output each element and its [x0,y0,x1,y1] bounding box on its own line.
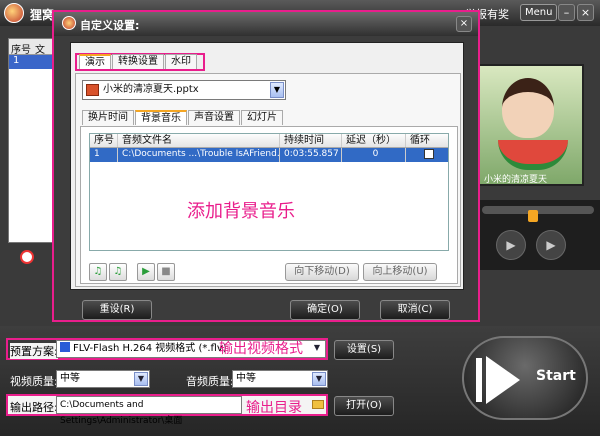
row-duration: 0:03:55.857 [280,148,342,162]
column-index[interactable]: 序号 [9,39,33,56]
sub-tabs: 换片时间 背景音乐 声音设置 幻灯片 [82,110,284,127]
ok-button[interactable]: 确定(O) [290,300,360,320]
dialog-content: 演示 转换设置 水印 小米的清凉夏天.pptx ▼ 换片时间 背景音乐 声音设置… [70,42,464,290]
file-list[interactable]: 序号 文 1 [8,38,56,243]
video-quality-label: 视频质量: [10,375,58,388]
list-item[interactable]: 1 [9,55,55,69]
move-down-button[interactable]: 向下移动(D) [285,263,359,281]
music-table-header: 序号 音频文件名 持续时间 延迟（秒） 循环 [90,134,448,148]
video-quality-value: 中等 [60,373,80,384]
start-arrow-icon [486,356,520,404]
music-table[interactable]: 序号 音频文件名 持续时间 延迟（秒） 循环 1 C:\Documents ..… [89,133,449,251]
output-path-value: C:\Documents and Settings\Administrator\… [60,400,183,426]
open-button[interactable]: 打开(O) [334,396,394,416]
column-filename[interactable]: 音频文件名 [118,134,280,147]
column-file[interactable]: 文 [33,39,47,56]
seek-slider[interactable] [482,206,594,222]
pause-icon[interactable]: ▶ [536,230,566,260]
folder-icon[interactable] [312,400,324,409]
preview-caption: 小米的清凉夏天 [484,175,548,185]
chevron-down-icon[interactable]: ▼ [134,372,148,386]
minimize-button[interactable]: – [558,4,575,21]
reset-button[interactable]: 重设(R) [82,300,152,320]
loop-checkbox[interactable] [424,149,434,159]
tab-watermark[interactable]: 水印 [165,54,197,69]
tab-slides[interactable]: 幻灯片 [241,110,283,125]
column-delay[interactable]: 延迟（秒） [342,134,406,147]
move-up-button[interactable]: 向上移动(U) [363,263,437,281]
output-annotation: 输出目录 [246,400,302,416]
stop-icon[interactable]: ■ [157,263,175,281]
remove-music-icon[interactable]: ♫ [109,263,127,281]
output-label: 输出路径: [10,401,58,414]
video-quality-select[interactable]: 中等 ▼ [56,370,150,388]
chevron-down-icon[interactable]: ▼ [312,372,326,386]
start-button[interactable]: Start [462,336,588,420]
preview-person [502,78,554,138]
ppt-file-select[interactable]: 小米的清凉夏天.pptx ▼ [82,80,286,100]
row-index: 1 [90,148,118,162]
preset-annotation: 输出视频格式 [219,341,303,357]
video-preview: 小米的清凉夏天 [478,64,584,186]
dialog-title-bar: 自定义设置: × [54,12,478,36]
preset-select[interactable]: FLV-Flash H.264 视频格式 (*.flv) 输出视频格式 ▼ [56,340,326,358]
ppt-file-value: 小米的清凉夏天.pptx [103,84,199,95]
start-bar-icon [476,358,482,402]
tab-conversion[interactable]: 转换设置 [112,54,164,69]
column-index[interactable]: 序号 [90,134,118,147]
cancel-button[interactable]: 取消(C) [380,300,450,320]
file-list-header: 序号 文 [9,39,55,56]
tab-background-music[interactable]: 背景音乐 [135,110,187,125]
presentation-panel: 小米的清凉夏天.pptx ▼ 换片时间 背景音乐 声音设置 幻灯片 序号 音频文… [75,73,461,287]
play-icon[interactable]: ▶ [496,230,526,260]
table-row[interactable]: 1 C:\Documents ...\Trouble IsAFriend.mp3… [90,148,448,162]
tab-sound-settings[interactable]: 声音设置 [188,110,240,125]
start-label: Start [536,368,576,384]
output-path-input[interactable]: C:\Documents and Settings\Administrator\… [56,396,242,426]
chevron-down-icon[interactable]: ▼ [270,82,284,98]
tab-presentation[interactable]: 演示 [79,54,111,69]
preset-label: 预置方案: [10,343,58,359]
column-duration[interactable]: 持续时间 [280,134,342,147]
app-logo-icon [4,3,24,23]
player-controls: ▶ ▶ [476,200,600,270]
row-file: C:\Documents ...\Trouble IsAFriend.mp3 [118,148,280,162]
background-music-panel: 序号 音频文件名 持续时间 延迟（秒） 循环 1 C:\Documents ..… [80,126,458,284]
preview-watermelon [498,140,568,170]
music-annotation: 添加背景音乐 [187,201,295,222]
seek-handle[interactable] [528,210,538,222]
menu-button[interactable]: Menu [520,4,558,21]
delete-icon[interactable] [20,250,34,264]
custom-settings-dialog: 自定义设置: × 演示 转换设置 水印 小米的清凉夏天.pptx ▼ 换片时间 … [52,10,480,322]
add-music-icon[interactable]: ♫ [89,263,107,281]
column-loop[interactable]: 循环 [406,134,448,147]
preset-value: FLV-Flash H.264 视频格式 (*.flv) [73,343,227,354]
audio-quality-select[interactable]: 中等 ▼ [232,370,328,388]
film-icon [60,342,70,352]
dialog-logo-icon [62,16,76,30]
dialog-close-button[interactable]: × [456,16,472,32]
main-tabs: 演示 转换设置 水印 [75,53,205,71]
chevron-down-icon[interactable]: ▼ [310,342,324,356]
dialog-title: 自定义设置: [80,19,140,32]
audio-quality-label: 音频质量: [186,375,234,388]
play-icon[interactable]: ▶ [137,263,155,281]
settings-button[interactable]: 设置(S) [334,340,394,360]
tab-slide-timing[interactable]: 换片时间 [82,110,134,125]
ppt-icon [86,84,99,96]
audio-quality-value: 中等 [236,373,256,384]
close-button[interactable]: × [577,4,594,21]
row-delay: 0 [342,148,406,162]
